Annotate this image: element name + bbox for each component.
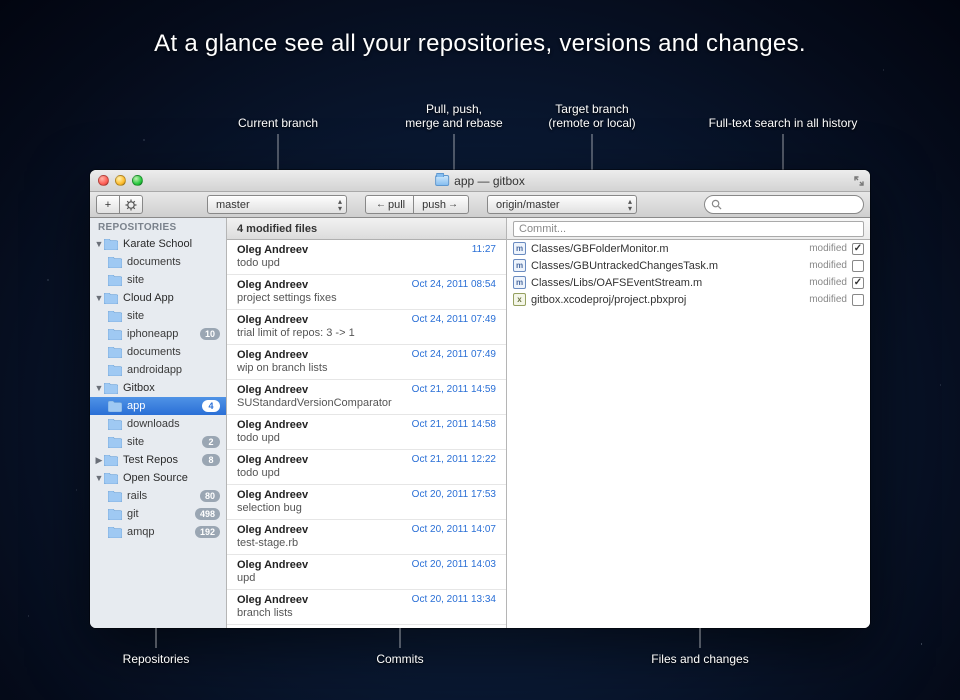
titlebar: app — gitbox (90, 170, 870, 192)
app-window: app — gitbox + master ▴▾ ←pull push→ ori… (90, 170, 870, 628)
stage-checkbox[interactable] (852, 243, 864, 255)
stage-checkbox[interactable] (852, 294, 864, 306)
sidebar-item[interactable]: app4 (90, 397, 226, 415)
branch-select[interactable]: master ▴▾ (207, 195, 347, 214)
fullscreen-icon[interactable] (854, 175, 864, 185)
file-row[interactable]: mClasses/GBUntrackedChangesTask.mmodifie… (507, 257, 870, 274)
callout-pull-push: Pull, push,merge and rebase (405, 102, 502, 130)
file-type-icon: m (513, 259, 526, 272)
sidebar-item[interactable]: iphoneapp10 (90, 325, 226, 343)
push-button[interactable]: push→ (413, 195, 469, 214)
gear-icon (125, 199, 137, 211)
disclosure-triangle-icon[interactable]: ▶ (94, 455, 104, 466)
pull-button[interactable]: ←pull (365, 195, 414, 214)
disclosure-triangle-icon[interactable]: ▼ (94, 473, 104, 483)
commit-row[interactable]: Oleg Andreevtodo updOct 21, 2011 12:22 (227, 450, 506, 485)
sidebar: REPOSITORIES ▼Karate Schooldocumentssite… (90, 218, 227, 628)
commit-row[interactable]: Oleg Andreevselection bugOct 20, 2011 17… (227, 485, 506, 520)
file-row[interactable]: mClasses/GBFolderMonitor.mmodified (507, 240, 870, 257)
chevrons-icon: ▴▾ (338, 198, 342, 212)
sidebar-group[interactable]: ▼Cloud App (90, 289, 226, 307)
callout-current-branch: Current branch (238, 116, 318, 130)
commit-row[interactable]: Oleg Andreevtodo updOct 21, 2011 14:58 (227, 415, 506, 450)
disclosure-triangle-icon[interactable]: ▼ (94, 239, 104, 249)
add-button[interactable]: + (96, 195, 120, 214)
minimize-icon[interactable] (115, 175, 126, 186)
commits-column: 4 modified files Oleg Andreevtodo upd11:… (227, 218, 507, 628)
commit-row[interactable]: Oleg Andreevtrial limit of repos: 3 -> 1… (227, 310, 506, 345)
search-input[interactable] (704, 195, 864, 214)
close-icon[interactable] (98, 175, 109, 186)
commit-row[interactable]: Oleg Andreevtodo upd11:27 (227, 240, 506, 275)
commit-row[interactable]: Oleg AndreevSUStandardVersionComparatorO… (227, 380, 506, 415)
sidebar-item[interactable]: git498 (90, 505, 226, 523)
sidebar-group[interactable]: ▼Gitbox (90, 379, 226, 397)
zoom-icon[interactable] (132, 175, 143, 186)
folder-icon (435, 175, 449, 186)
sidebar-item[interactable]: androidapp (90, 361, 226, 379)
file-row[interactable]: mClasses/Libs/OAFSEventStream.mmodified (507, 274, 870, 291)
file-type-icon: m (513, 242, 526, 255)
file-type-icon: x (513, 293, 526, 306)
sidebar-item[interactable]: rails80 (90, 487, 226, 505)
sidebar-group[interactable]: ▶Test Repos8 (90, 451, 226, 469)
file-type-icon: m (513, 276, 526, 289)
sidebar-item[interactable]: site (90, 307, 226, 325)
disclosure-triangle-icon[interactable]: ▼ (94, 293, 104, 303)
sidebar-section-header: REPOSITORIES (90, 218, 226, 235)
toolbar: + master ▴▾ ←pull push→ origin/master ▴▾ (90, 192, 870, 218)
headline: At a glance see all your repositories, v… (0, 30, 960, 58)
stage-checkbox[interactable] (852, 260, 864, 272)
window-title: app — gitbox (454, 174, 525, 188)
commit-row[interactable]: Oleg Andreevproject settings fixesOct 24… (227, 275, 506, 310)
remote-branch-select[interactable]: origin/master ▴▾ (487, 195, 637, 214)
commit-row[interactable]: Oleg AndreevOct 20, 2011 11:35 (227, 625, 506, 628)
stage-checkbox[interactable] (852, 277, 864, 289)
commit-row[interactable]: Oleg AndreevupdOct 20, 2011 14:03 (227, 555, 506, 590)
sidebar-group[interactable]: ▼Karate School (90, 235, 226, 253)
settings-button[interactable] (119, 195, 143, 214)
callout-repositories: Repositories (123, 652, 190, 666)
callout-commits: Commits (376, 652, 423, 666)
search-icon (711, 199, 722, 210)
commit-message-input[interactable]: Commit... (513, 221, 864, 237)
disclosure-triangle-icon[interactable]: ▼ (94, 383, 104, 393)
sidebar-item[interactable]: amqp192 (90, 523, 226, 541)
callout-target-branch: Target branch(remote or local) (548, 102, 635, 130)
commits-header: 4 modified files (227, 218, 506, 240)
file-row[interactable]: xgitbox.xcodeproj/project.pbxprojmodifie… (507, 291, 870, 308)
commit-row[interactable]: Oleg Andreevtest-stage.rbOct 20, 2011 14… (227, 520, 506, 555)
sidebar-item[interactable]: site (90, 271, 226, 289)
sidebar-item[interactable]: documents (90, 253, 226, 271)
callout-search: Full-text search in all history (709, 116, 858, 130)
callout-files: Files and changes (651, 652, 748, 666)
sidebar-item[interactable]: documents (90, 343, 226, 361)
commit-row[interactable]: Oleg Andreevbranch listsOct 20, 2011 13:… (227, 590, 506, 625)
sidebar-item[interactable]: site2 (90, 433, 226, 451)
commit-row[interactable]: Oleg Andreevwip on branch listsOct 24, 2… (227, 345, 506, 380)
chevrons-icon: ▴▾ (628, 198, 632, 212)
sidebar-item[interactable]: downloads (90, 415, 226, 433)
sidebar-group[interactable]: ▼Open Source (90, 469, 226, 487)
changes-column: Commit... mClasses/GBFolderMonitor.mmodi… (507, 218, 870, 628)
